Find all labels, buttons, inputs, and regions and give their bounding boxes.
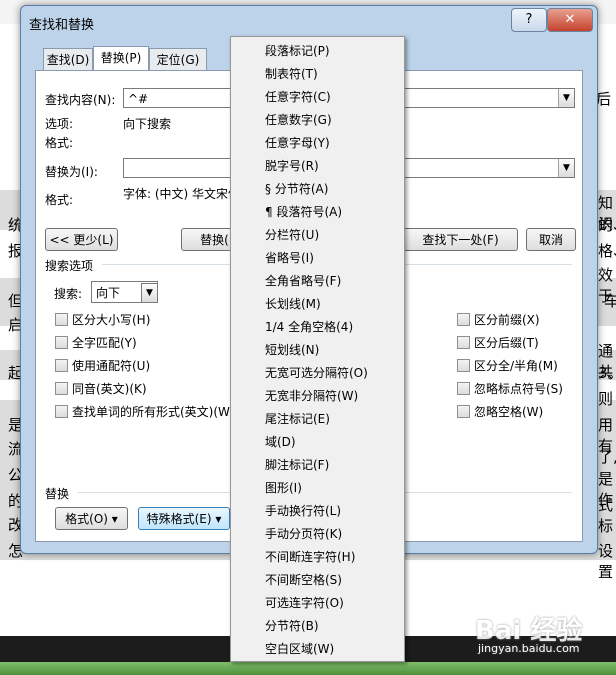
checkbox-word-forms-label: 查找单词的所有形式(英文)(W): [72, 405, 235, 419]
menu-item[interactable]: 分节符(B): [265, 617, 319, 634]
checkbox-prefix[interactable]: [457, 313, 470, 326]
menu-item[interactable]: 全角省略号(F): [265, 272, 341, 289]
menu-item[interactable]: § 分节符(A): [265, 180, 328, 197]
find-dropdown-icon[interactable]: ▼: [558, 89, 574, 107]
doc-text: 后: [596, 90, 612, 108]
find-next-button[interactable]: 查找下一处(F): [403, 228, 518, 251]
format-button[interactable]: 格式(O) ▾: [55, 507, 128, 530]
tab-find[interactable]: 查找(D): [43, 48, 93, 71]
tab-replace[interactable]: 替换(P): [93, 46, 149, 72]
menu-item[interactable]: 脱字号(R): [265, 157, 319, 174]
checkbox-suffix[interactable]: [457, 336, 470, 349]
doc-text: 式标: [598, 496, 614, 535]
menu-item[interactable]: 任意字母(Y): [265, 134, 330, 151]
checkbox-case[interactable]: [55, 313, 68, 326]
doc-text: 则: [598, 390, 614, 408]
menu-item[interactable]: 不间断连字符(H): [265, 548, 355, 565]
replace-label: 替换为(I):: [45, 165, 98, 179]
menu-item[interactable]: 省略号(I): [265, 249, 314, 266]
watermark-url: jingyan.baidu.com: [478, 642, 580, 655]
doc-text: 了,: [598, 448, 616, 466]
menu-item[interactable]: ¶ 段落符号(A): [265, 203, 342, 220]
menu-item[interactable]: 分栏符(U): [265, 226, 319, 243]
menu-item[interactable]: 手动换行符(L): [265, 502, 341, 519]
checkbox-wildcards-label: 使用通配符(U): [72, 359, 151, 373]
doc-text: 格、: [598, 242, 616, 260]
checkbox-whole-word[interactable]: [55, 336, 68, 349]
checkbox-sounds-like[interactable]: [55, 382, 68, 395]
taskbar-strip: [0, 662, 616, 675]
checkbox-suffix-label: 区分后缀(T): [474, 336, 539, 350]
options-label: 选项:: [45, 117, 74, 131]
menu-item[interactable]: 无宽可选分隔符(O): [265, 364, 368, 381]
menu-item[interactable]: 任意数字(G): [265, 111, 332, 128]
menu-item[interactable]: 1/4 全角空格(4): [265, 318, 353, 335]
doc-text: 设置: [598, 542, 614, 581]
checkbox-width-label: 区分全/半角(M): [474, 359, 558, 373]
menu-item[interactable]: 短划线(N): [265, 341, 319, 358]
replace-format-label: 格式:: [45, 193, 74, 207]
find-label: 查找内容(N):: [45, 93, 116, 107]
menu-item[interactable]: 长划线(M): [265, 295, 321, 312]
menu-item[interactable]: 域(D): [265, 433, 296, 450]
special-format-button[interactable]: 特殊格式(E) ▾: [138, 507, 230, 530]
options-value: 向下搜索: [123, 117, 172, 131]
checkbox-whole-word-label: 全字匹配(Y): [72, 336, 137, 350]
menu-item[interactable]: 不间断空格(S): [265, 571, 342, 588]
close-button[interactable]: ✕: [547, 8, 593, 32]
menu-item[interactable]: 可选连字符(O): [265, 594, 344, 611]
cancel-button[interactable]: 取消: [526, 228, 576, 251]
menu-item[interactable]: 图形(I): [265, 479, 302, 496]
doc-text: 的、: [598, 216, 616, 234]
replace-section-label: 替换: [45, 487, 70, 501]
checkbox-punctuation-label: 忽略标点符号(S): [474, 382, 563, 396]
replace-format-value: 字体: (中文) 华文宋体: [123, 187, 241, 201]
menu-item[interactable]: 制表符(T): [265, 65, 318, 82]
checkbox-word-forms[interactable]: [55, 405, 68, 418]
checkbox-whitespace-label: 忽略空格(W): [474, 405, 544, 419]
checkbox-case-label: 区分大小写(H): [72, 313, 151, 327]
less-button[interactable]: << 更少(L): [45, 228, 118, 251]
menu-item[interactable]: 尾注标记(E): [265, 410, 330, 427]
menu-item[interactable]: 段落标记(P): [265, 42, 330, 59]
doc-text: 3。: [598, 364, 616, 382]
checkbox-wildcards[interactable]: [55, 359, 68, 372]
checkbox-width[interactable]: [457, 359, 470, 372]
checkbox-sounds-like-label: 同音(英文)(K): [72, 382, 147, 396]
menu-item[interactable]: 手动分页符(K): [265, 525, 342, 542]
doc-text: 车: [604, 292, 616, 310]
dialog-title: 查找和替换: [29, 18, 95, 33]
special-format-menu: 段落标记(P) 制表符(T) 任意字符(C) 任意数字(G) 任意字母(Y) 脱…: [230, 36, 405, 662]
search-direction-label: 搜索:: [54, 287, 83, 301]
format-label: 格式:: [45, 136, 74, 150]
chevron-down-icon[interactable]: ▼: [141, 283, 158, 303]
help-button[interactable]: ?: [511, 8, 547, 32]
menu-item[interactable]: 空白区域(W): [265, 640, 334, 657]
menu-item[interactable]: 脚注标记(F): [265, 456, 329, 473]
tab-goto[interactable]: 定位(G): [149, 48, 207, 71]
checkbox-whitespace[interactable]: [457, 405, 470, 418]
replace-dropdown-icon[interactable]: ▼: [558, 159, 574, 177]
search-options-label: 搜索选项: [45, 259, 94, 273]
menu-item[interactable]: 无宽非分隔符(W): [265, 387, 358, 404]
checkbox-prefix-label: 区分前缀(X): [474, 313, 540, 327]
checkbox-punctuation[interactable]: [457, 382, 470, 395]
menu-item[interactable]: 任意字符(C): [265, 88, 331, 105]
